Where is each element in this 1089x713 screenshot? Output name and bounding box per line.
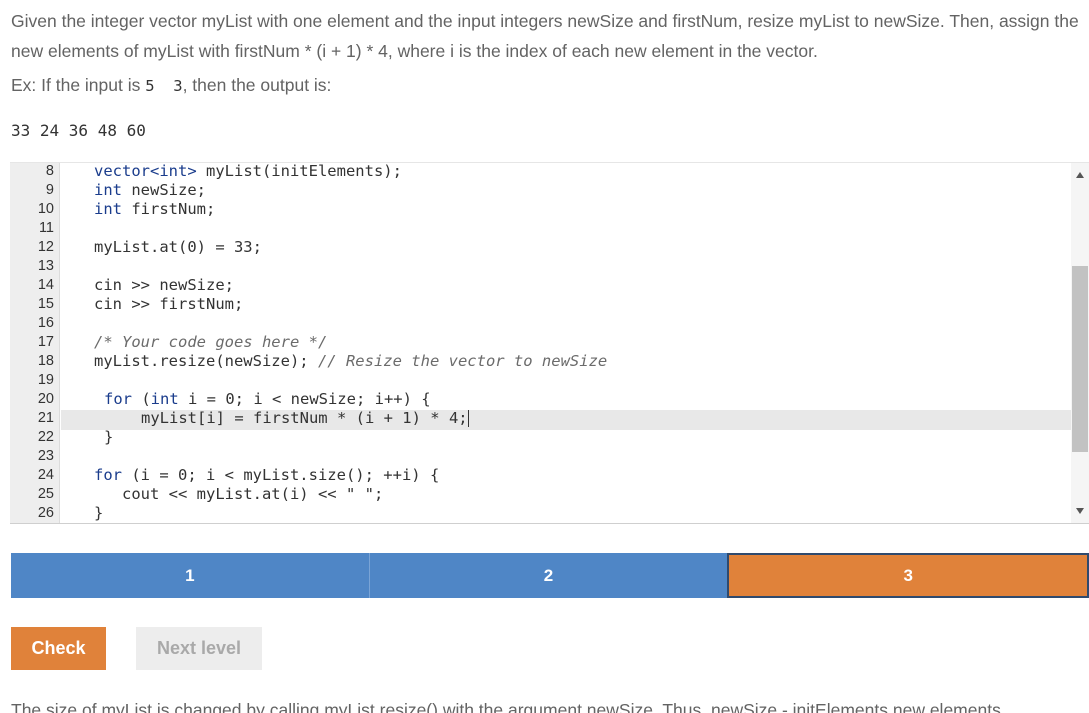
code-line: myList.at(0) = 33; xyxy=(94,238,262,256)
line-number: 22 xyxy=(37,429,54,445)
level-1-segment[interactable]: 1 xyxy=(11,553,369,598)
line-number: 15 xyxy=(37,296,54,312)
line-number: 21 xyxy=(37,410,54,426)
next-level-button[interactable]: Next level xyxy=(136,627,262,670)
scrollbar-thumb[interactable] xyxy=(1072,266,1088,452)
line-number: 12 xyxy=(37,239,54,255)
code-line: myList.resize(newSize); // Resize the ve… xyxy=(94,352,608,370)
line-number: 9 xyxy=(45,182,54,198)
editor-scrollbar[interactable] xyxy=(1071,163,1089,523)
code-line: vector<int> myList(initElements); xyxy=(94,162,402,180)
example-output: 33 24 36 48 60 xyxy=(11,121,146,140)
line-number: 24 xyxy=(37,467,54,483)
code-line: } xyxy=(104,428,114,446)
line-number: 26 xyxy=(37,505,54,521)
example-input: 5 3 xyxy=(145,77,183,95)
scroll-up-arrow-icon[interactable] xyxy=(1076,172,1084,178)
example-suffix: , then the output is: xyxy=(182,75,332,95)
line-number: 25 xyxy=(37,486,54,502)
code-text-area[interactable]: vector<int> myList(initElements); int ne… xyxy=(61,163,1071,523)
explanation-text: The size of myList is changed by calling… xyxy=(11,700,1001,713)
line-number: 23 xyxy=(37,448,54,464)
line-number: 17 xyxy=(37,334,54,350)
code-line: cout << myList.at(i) << " "; xyxy=(122,485,384,503)
example-text: Ex: If the input is 5 3, then the output… xyxy=(11,72,331,99)
line-number: 18 xyxy=(37,353,54,369)
code-line-active: myList[i] = firstNum * (i + 1) * 4; xyxy=(141,409,469,427)
line-number: 10 xyxy=(37,201,54,217)
line-number: 11 xyxy=(38,220,54,236)
scroll-down-arrow-icon[interactable] xyxy=(1076,508,1084,514)
code-line: for (int i = 0; i < newSize; i++) { xyxy=(104,390,431,408)
code-line: } xyxy=(94,504,104,522)
line-number: 8 xyxy=(45,163,54,179)
level-3-segment[interactable]: 3 xyxy=(727,553,1089,598)
line-number: 20 xyxy=(37,391,54,407)
code-line: for (i = 0; i < myList.size(); ++i) { xyxy=(94,466,440,484)
level-2-segment[interactable]: 2 xyxy=(368,553,728,598)
problem-statement: Given the integer vector myList with one… xyxy=(11,11,1079,61)
line-number: 14 xyxy=(37,277,54,293)
level-progress-bar: 1 2 3 xyxy=(11,553,1089,598)
text-cursor xyxy=(467,410,469,427)
check-button[interactable]: Check xyxy=(11,627,106,670)
line-number: 16 xyxy=(37,315,54,331)
code-line: int firstNum; xyxy=(94,200,216,218)
example-prefix: Ex: If the input is xyxy=(11,75,146,95)
code-comment-line: /* Your code goes here */ xyxy=(94,333,328,351)
line-number: 19 xyxy=(37,372,54,388)
code-line: cin >> newSize; xyxy=(94,276,234,294)
line-number: 13 xyxy=(37,258,54,274)
code-editor[interactable]: 8 9 10 11 12 13 14 15 16 17 18 19 20 21 … xyxy=(10,162,1089,524)
code-line: cin >> firstNum; xyxy=(94,295,244,313)
code-line: int newSize; xyxy=(94,181,206,199)
line-number-gutter: 8 9 10 11 12 13 14 15 16 17 18 19 20 21 … xyxy=(10,163,60,523)
